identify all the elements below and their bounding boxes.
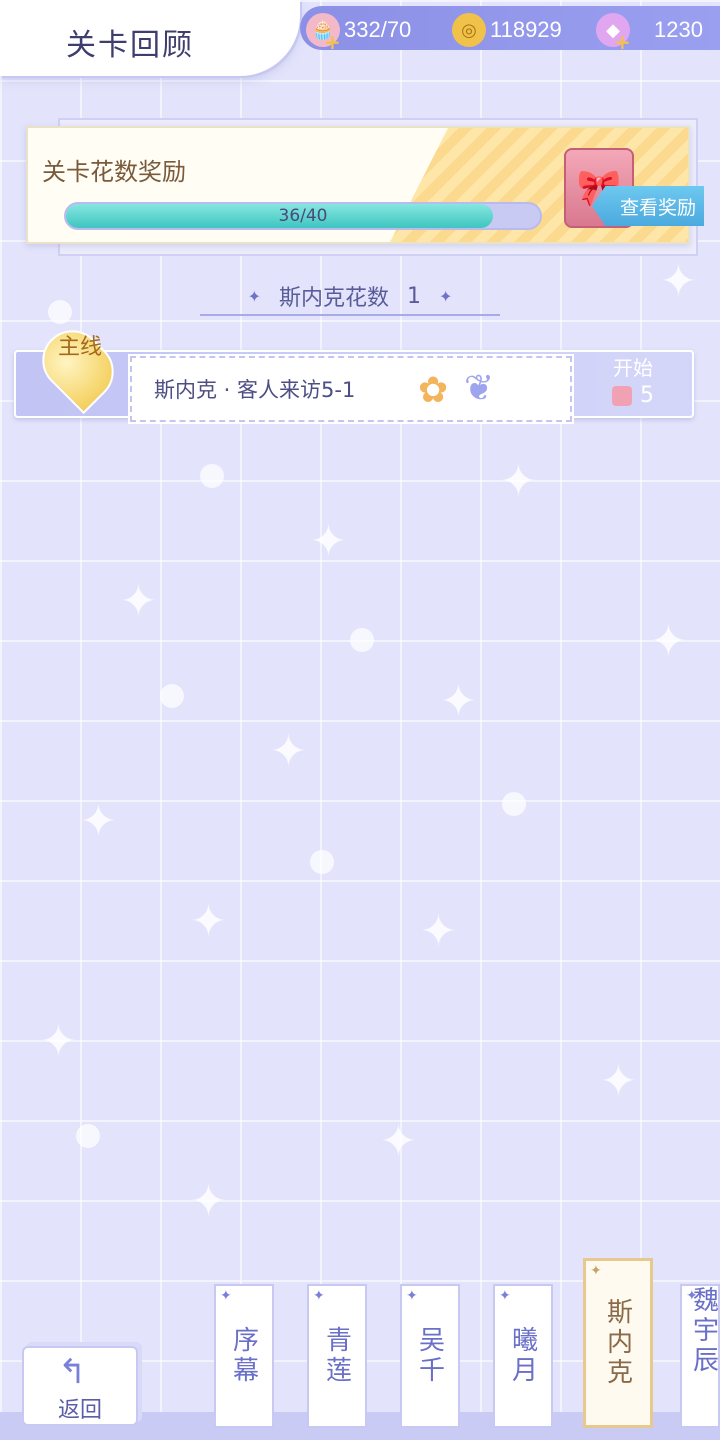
sparkle-icon: ✦ xyxy=(247,286,261,306)
main-story-badge-label: 主线 xyxy=(57,335,102,360)
start-label: 开始 xyxy=(613,356,653,380)
character-tab-prologue[interactable]: ✦ 序幕 xyxy=(214,1284,274,1428)
sparkle-icon: ✦ xyxy=(439,286,453,306)
tab-label: 青莲 xyxy=(321,1326,352,1386)
sparkle-icon: ✦ xyxy=(686,1288,702,1304)
bubble-dot xyxy=(200,464,224,488)
sparkle-icon: ✦ xyxy=(420,906,457,957)
cake-stamina-icon xyxy=(612,385,632,406)
sparkle-icon: ✦ xyxy=(660,256,697,307)
character-tab-weiyuchen[interactable]: ✦ 魏宇辰 xyxy=(680,1284,720,1428)
sparkle-icon: ✦ xyxy=(80,796,117,847)
page-title-tab: 关卡回顾 xyxy=(0,0,300,76)
reward-title: 关卡花数奖励 xyxy=(42,158,186,186)
bubble-dot xyxy=(160,684,184,708)
back-button[interactable]: ↰ 返回 xyxy=(22,1346,138,1426)
gold-coin-icon: ◎ xyxy=(452,13,486,47)
stamina-value: 332/70 xyxy=(344,17,412,42)
sparkle-icon: ✦ xyxy=(313,1288,329,1304)
tab-label: 曦月 xyxy=(507,1326,538,1386)
reward-progress-bar: 36/40 xyxy=(64,202,542,230)
tab-label: 斯内克 xyxy=(602,1298,633,1388)
sparkle-icon: ✦ xyxy=(190,1176,227,1227)
sparkle-icon: ✦ xyxy=(310,516,347,567)
sparkle-icon: ✦ xyxy=(270,726,307,777)
level-name: 斯内克 · 客人来访5-1 xyxy=(154,378,356,402)
resource-gold[interactable]: ◎ 118929 xyxy=(452,12,562,48)
resource-stamina[interactable]: 🧁 + 332/70 xyxy=(306,12,412,54)
reward-progress-text: 36/40 xyxy=(278,206,328,226)
bubble-dot xyxy=(310,850,334,874)
view-reward-button[interactable]: 查看奖励 xyxy=(592,186,704,226)
flower-earned-icon: ✿ xyxy=(418,370,449,411)
page-title: 关卡回顾 xyxy=(66,28,194,63)
bubble-dot xyxy=(48,300,72,324)
bubble-dot xyxy=(76,1124,100,1148)
sparkle-icon: ✦ xyxy=(500,456,537,507)
tab-label: 序幕 xyxy=(228,1326,259,1386)
sparkle-icon: ✦ xyxy=(406,1288,422,1304)
start-level-button[interactable]: 开始 5 xyxy=(578,346,688,418)
bubble-dot xyxy=(502,792,526,816)
flower-count-value: 1 xyxy=(407,283,421,309)
bubble-dot xyxy=(350,628,374,652)
resource-diamond[interactable]: ◆ + 1230 xyxy=(596,12,703,54)
start-cost: 5 xyxy=(578,383,688,408)
character-tab-sineike[interactable]: ✦ 斯内克 xyxy=(583,1258,653,1428)
character-flower-count: ✦ 斯内克花数 1 ✦ xyxy=(200,278,500,316)
sparkle-icon: ✦ xyxy=(650,616,687,667)
sparkle-icon: ✦ xyxy=(440,676,477,727)
sparkle-icon: ✦ xyxy=(590,1263,606,1279)
plus-icon: + xyxy=(324,30,341,54)
sparkle-icon: ✦ xyxy=(40,1016,77,1067)
start-cost-value: 5 xyxy=(640,383,654,408)
character-tab-wuqian[interactable]: ✦ 吴千 xyxy=(400,1284,460,1428)
back-label: 返回 xyxy=(57,1398,102,1423)
character-tab-xiyue[interactable]: ✦ 曦月 xyxy=(493,1284,553,1428)
return-arrow-icon: ↰ xyxy=(58,1352,87,1392)
flower-empty-icon: ❦ xyxy=(464,368,495,409)
character-tab-qinglian[interactable]: ✦ 青莲 xyxy=(307,1284,367,1428)
flower-count-label: 斯内克花数 xyxy=(278,286,389,311)
gold-value: 118929 xyxy=(490,17,562,42)
sparkle-icon: ✦ xyxy=(600,1056,637,1107)
tab-label: 吴千 xyxy=(414,1326,445,1386)
sparkle-icon: ✦ xyxy=(220,1288,236,1304)
sparkle-icon: ✦ xyxy=(120,576,157,627)
plus-icon: + xyxy=(614,30,631,54)
level-card[interactable]: 斯内克 · 客人来访5-1 ✿ ❦ xyxy=(128,354,574,424)
diamond-value: 1230 xyxy=(654,17,703,42)
sparkle-icon: ✦ xyxy=(190,896,227,947)
sparkle-icon: ✦ xyxy=(499,1288,515,1304)
sparkle-icon: ✦ xyxy=(380,1116,417,1167)
